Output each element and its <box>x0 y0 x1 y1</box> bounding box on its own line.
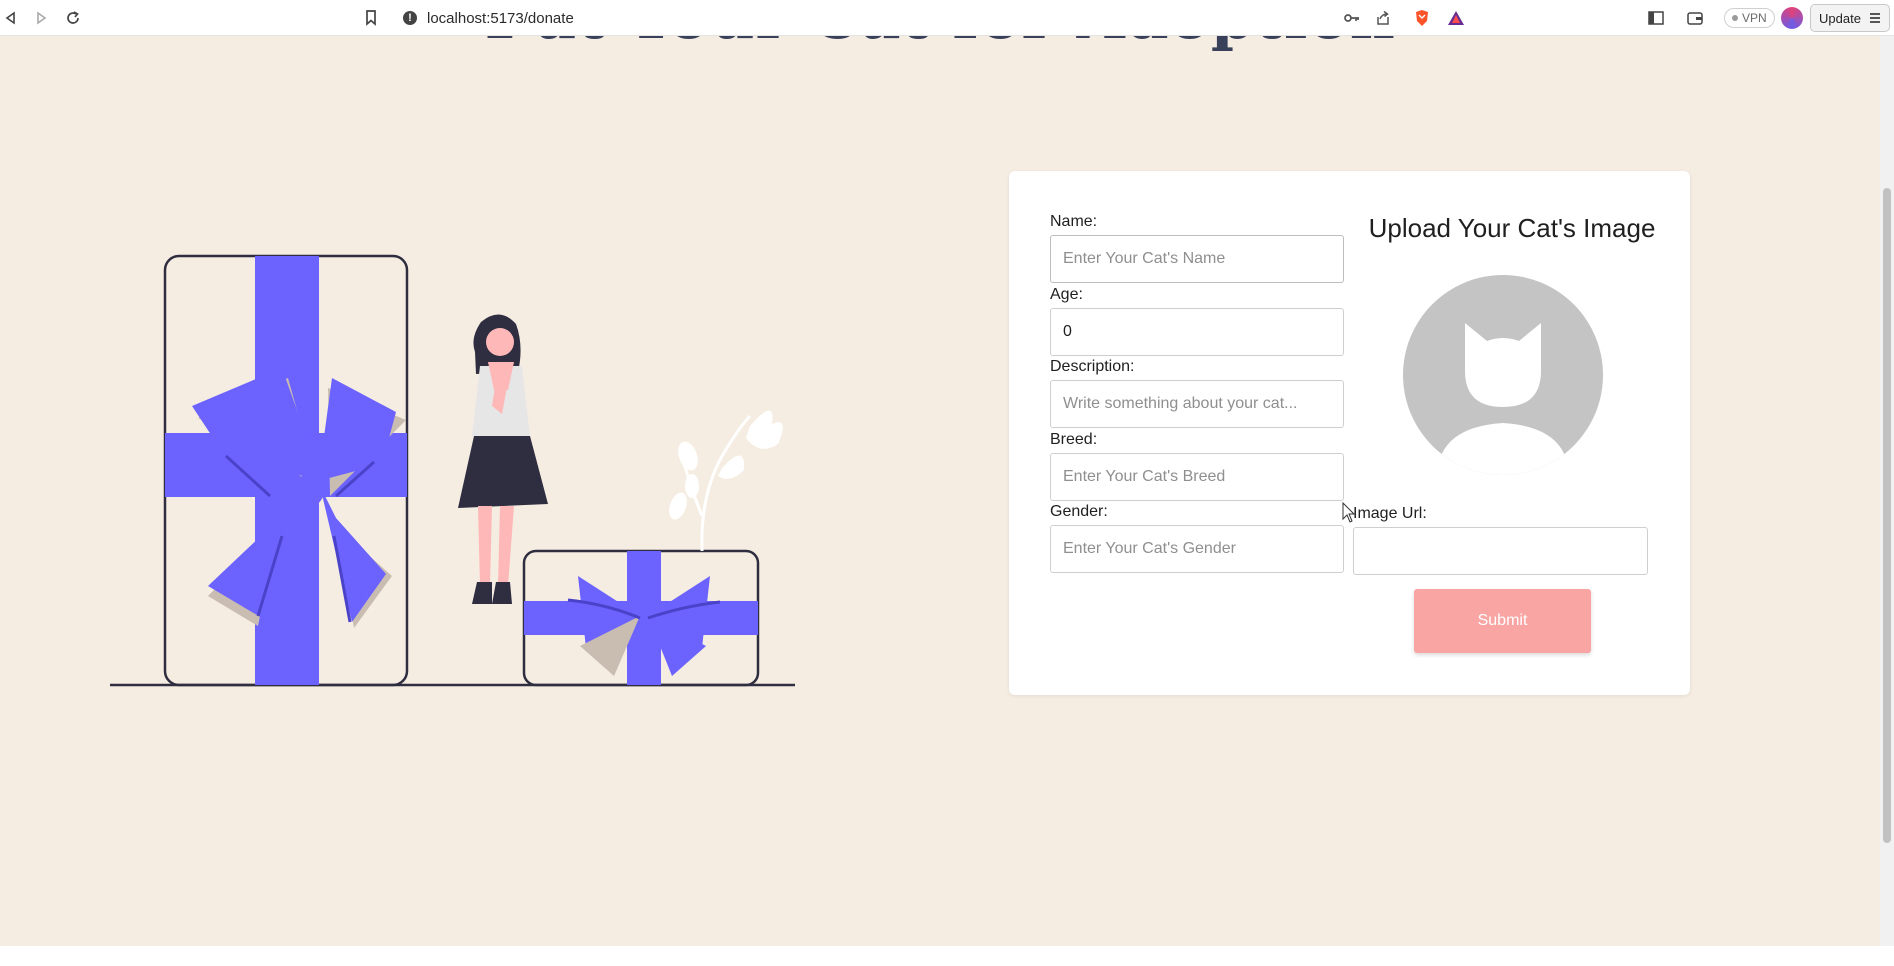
key-icon[interactable] <box>1341 7 1363 29</box>
page-scrollbar[interactable] <box>1880 36 1894 946</box>
vpn-button[interactable]: VPN <box>1724 8 1775 28</box>
name-label: Name: <box>1050 213 1098 230</box>
bottom-strip <box>0 946 1894 966</box>
url-text: localhost:5173/donate <box>427 9 574 27</box>
vpn-label: VPN <box>1742 11 1767 25</box>
breed-label: Breed: <box>1050 431 1098 448</box>
image-url-input[interactable] <box>1353 527 1648 575</box>
address-bar[interactable]: ! localhost:5173/donate <box>403 7 574 29</box>
share-icon[interactable] <box>1372 7 1394 29</box>
menu-icon <box>1869 13 1880 23</box>
gifts-illustration <box>110 254 795 687</box>
back-icon[interactable] <box>0 7 22 29</box>
image-url-label: Image Url: <box>1353 505 1427 522</box>
page-title: Put Your Cat for Adoption <box>0 36 1880 53</box>
description-input[interactable] <box>1050 380 1344 428</box>
description-label: Description: <box>1050 358 1135 375</box>
adoption-form-card: Name: Age: Description: Breed: Gender: U… <box>1009 171 1690 695</box>
submit-button[interactable]: Submit <box>1414 589 1591 653</box>
gender-input[interactable] <box>1050 525 1344 573</box>
gender-label: Gender: <box>1050 503 1108 520</box>
brave-rewards-icon[interactable] <box>1445 7 1467 29</box>
reload-icon[interactable] <box>62 7 84 29</box>
upload-title: Upload Your Cat's Image <box>1368 213 1656 243</box>
breed-input[interactable] <box>1050 453 1344 501</box>
mouse-cursor-icon <box>1342 502 1356 523</box>
name-input[interactable] <box>1050 235 1344 283</box>
brave-shield-icon[interactable] <box>1411 7 1433 29</box>
bookmark-icon[interactable] <box>360 7 382 29</box>
forward-icon[interactable] <box>30 7 52 29</box>
page-viewport: Put Your Cat for Adoption <box>0 36 1880 946</box>
wallet-icon[interactable] <box>1684 7 1706 29</box>
age-label: Age: <box>1050 286 1083 303</box>
profile-avatar[interactable] <box>1781 7 1803 29</box>
cat-avatar-placeholder[interactable] <box>1403 275 1603 475</box>
update-label: Update <box>1819 10 1861 26</box>
update-button[interactable]: Update <box>1810 4 1890 32</box>
vpn-status-dot <box>1732 15 1738 21</box>
browser-toolbar: ! localhost:5173/donate VPN Update <box>0 0 1894 36</box>
scrollbar-thumb[interactable] <box>1883 188 1891 843</box>
age-input[interactable] <box>1050 308 1344 356</box>
info-icon[interactable]: ! <box>403 11 417 25</box>
sidebar-icon[interactable] <box>1645 7 1667 29</box>
